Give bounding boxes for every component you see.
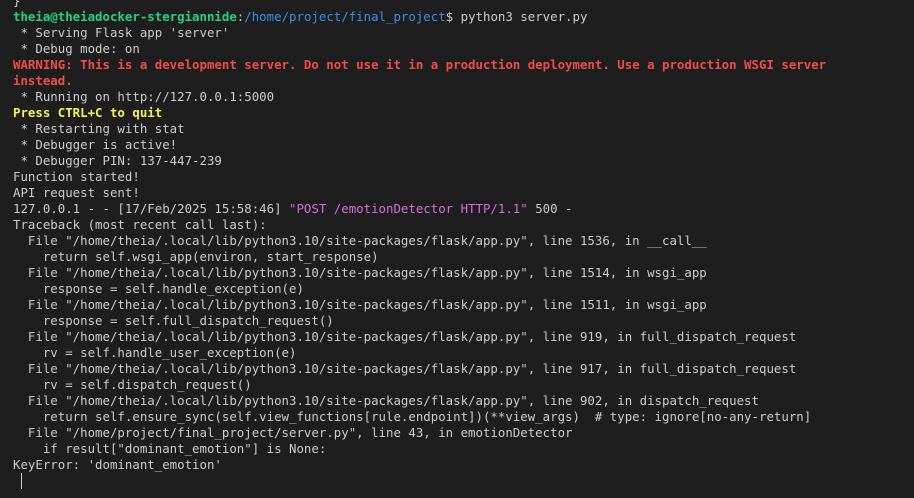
traceback-file-line: File "/home/theia/.local/lib/python3.10/… <box>13 393 759 408</box>
debugger-active-line: * Debugger is active! <box>13 137 178 152</box>
traceback-file-line: File "/home/theia/.local/lib/python3.10/… <box>13 297 707 312</box>
previous-output-line: } <box>13 0 21 8</box>
prompt-path: /home/project/final_project <box>244 9 446 24</box>
request-log-status: 500 - <box>527 201 573 216</box>
flask-running-line: * Running on http://127.0.0.1:5000 <box>13 89 275 104</box>
traceback-code-line: response = self.handle_exception(e) <box>13 281 304 296</box>
terminal-panel[interactable]: } theia@theiadocker-stergiannide:/home/p… <box>0 0 914 498</box>
text-cursor <box>21 473 22 489</box>
flask-debug-mode-line: * Debug mode: on <box>13 41 140 56</box>
terminal-scrollbar[interactable] <box>908 0 914 498</box>
traceback-file-line: File "/home/project/final_project/server… <box>13 425 573 440</box>
traceback-file-line: File "/home/theia/.local/lib/python3.10/… <box>13 233 707 248</box>
restarting-line: * Restarting with stat <box>13 121 185 136</box>
traceback-code-line: response = self.full_dispatch_request() <box>13 313 334 328</box>
traceback-code-line: return self.wsgi_app(environ, start_resp… <box>13 249 379 264</box>
traceback-code-line: if result["dominant_emotion"] is None: <box>13 441 327 456</box>
traceback-code-line: rv = self.dispatch_request() <box>13 377 252 392</box>
traceback-header: Traceback (most recent call last): <box>13 217 267 232</box>
request-log-line: 127.0.0.1 - - [17/Feb/2025 15:58:46] "PO… <box>13 201 914 217</box>
prompt-user-host: theia@theiadocker-stergiannide <box>13 9 237 24</box>
shell-prompt-line: theia@theiadocker-stergiannide:/home/pro… <box>13 9 914 25</box>
traceback-code-line: rv = self.handle_user_exception(e) <box>13 345 297 360</box>
key-error-line: KeyError: 'dominant_emotion' <box>13 457 222 472</box>
dev-server-warning: WARNING: This is a development server. D… <box>13 57 834 88</box>
terminal-output: } theia@theiadocker-stergiannide:/home/p… <box>13 0 914 489</box>
traceback-file-line: File "/home/theia/.local/lib/python3.10/… <box>13 329 797 344</box>
api-request-sent-line: API request sent! <box>13 185 140 200</box>
request-log-prefix: 127.0.0.1 - - [17/Feb/2025 15:58:46] <box>13 201 290 216</box>
traceback-code-line: return self.ensure_sync(self.view_functi… <box>13 409 812 424</box>
traceback-file-line: File "/home/theia/.local/lib/python3.10/… <box>13 361 797 376</box>
flask-serving-line: * Serving Flask app 'server' <box>13 25 230 40</box>
input-line[interactable] <box>13 473 914 489</box>
function-started-line: Function started! <box>13 169 140 184</box>
traceback-file-line: File "/home/theia/.local/lib/python3.10/… <box>13 265 707 280</box>
request-log-request: "POST /emotionDetector HTTP/1.1" <box>289 201 528 216</box>
prompt-command: python3 server.py <box>453 9 588 24</box>
press-ctrl-c-line: Press CTRL+C to quit <box>13 105 163 120</box>
debugger-pin-line: * Debugger PIN: 137-447-239 <box>13 153 222 168</box>
